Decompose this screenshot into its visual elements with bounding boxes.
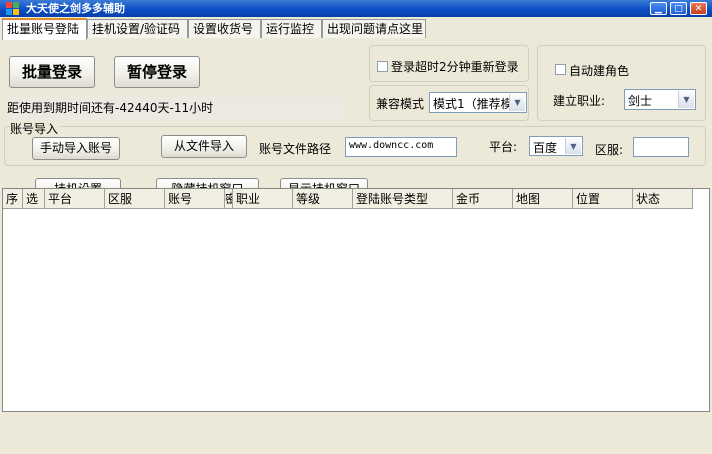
col-position[interactable]: 位置 [573, 189, 633, 209]
col-status[interactable]: 状态 [633, 189, 693, 209]
job-select[interactable]: 剑士 ▼ [624, 89, 696, 110]
expiry-text: 距使用到期时间还有-42440天-11小时 [7, 97, 345, 120]
tab-run-monitor[interactable]: 运行监控 [261, 19, 322, 38]
server-input[interactable] [633, 137, 689, 157]
tab-strip: 批量账号登陆 挂机设置/验证码 设置收货号 运行监控 出现问题请点这里 [0, 18, 712, 41]
col-platform[interactable]: 平台 [45, 189, 105, 209]
platform-value: 百度 [533, 141, 558, 155]
minimize-button[interactable]: ▁ [650, 2, 667, 15]
col-password[interactable]: 密 [225, 189, 233, 209]
platform-label: 平台: [489, 140, 518, 154]
tab-help[interactable]: 出现问题请点这里 [322, 19, 426, 38]
col-server[interactable]: 区服 [105, 189, 165, 209]
table-header: 序 选 平台 区服 账号 密 职业 等级 登陆账号类型 金币 地图 位置 状态 [3, 189, 709, 209]
tab-receiver-account[interactable]: 设置收货号 [188, 19, 261, 38]
timeout-relogin-label: 登录超时2分钟重新登录 [391, 60, 519, 74]
col-map[interactable]: 地图 [513, 189, 573, 209]
chevron-down-icon[interactable]: ▼ [678, 91, 694, 108]
chevron-down-icon[interactable]: ▼ [509, 94, 525, 111]
col-select[interactable]: 选 [23, 189, 45, 209]
pause-login-button[interactable]: 暂停登录 [114, 56, 200, 88]
app-logo-icon [6, 2, 19, 15]
col-account[interactable]: 账号 [165, 189, 225, 209]
close-button[interactable]: ✕ [690, 2, 707, 15]
account-import-label: 账号导入 [10, 120, 61, 137]
tab-batch-login[interactable]: 批量账号登陆 [2, 18, 87, 40]
auto-create-role-checkbox[interactable] [555, 64, 566, 75]
timeout-relogin-checkbox[interactable] [377, 61, 388, 72]
manual-import-button[interactable]: 手动导入账号 [32, 137, 120, 160]
col-index[interactable]: 序 [3, 189, 23, 209]
compat-mode-select[interactable]: 模式1（推荐模 ▼ [429, 92, 527, 113]
chevron-down-icon[interactable]: ▼ [565, 138, 581, 154]
file-path-label: 账号文件路径 [259, 142, 332, 156]
window-title: 大天使之剑多多辅助 [26, 2, 125, 15]
job-value: 剑士 [628, 94, 653, 108]
tab-hang-settings[interactable]: 挂机设置/验证码 [87, 19, 188, 38]
auto-create-role-label: 自动建角色 [569, 64, 630, 78]
maximize-button[interactable]: □ [670, 2, 687, 15]
file-path-input[interactable]: www.downcc.com [345, 137, 457, 157]
col-gold[interactable]: 金币 [453, 189, 513, 209]
col-job[interactable]: 职业 [233, 189, 293, 209]
compat-mode-label: 兼容模式 [376, 97, 425, 111]
title-bar: 大天使之剑多多辅助 ▁ □ ✕ [0, 0, 712, 17]
job-label: 建立职业: [553, 94, 606, 108]
batch-login-button[interactable]: 批量登录 [9, 56, 95, 88]
platform-select[interactable]: 百度 ▼ [529, 136, 583, 156]
col-login-type[interactable]: 登陆账号类型 [353, 189, 453, 209]
server-label: 区服: [595, 143, 624, 157]
compat-mode-value: 模式1（推荐模 [433, 97, 513, 111]
col-level[interactable]: 等级 [293, 189, 353, 209]
import-from-file-button[interactable]: 从文件导入 [161, 135, 247, 158]
account-table[interactable]: 序 选 平台 区服 账号 密 职业 等级 登陆账号类型 金币 地图 位置 状态 [2, 188, 710, 412]
